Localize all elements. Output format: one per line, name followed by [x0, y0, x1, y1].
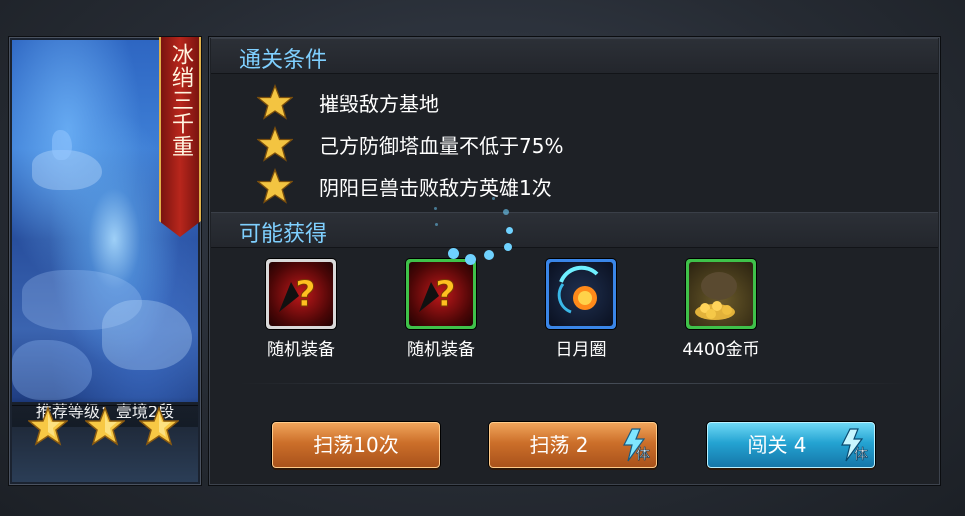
random-equipment-icon: ? — [409, 262, 473, 326]
stamina-icon: 体 — [841, 428, 868, 463]
reward-item[interactable]: ? 随机装备 — [251, 259, 351, 360]
reward-label: 4400金币 — [682, 340, 760, 360]
star-icon — [257, 168, 293, 204]
reward-frame — [546, 259, 616, 329]
challenge-button[interactable]: 闯关 4 体 — [707, 422, 875, 468]
sun-moon-ring-icon — [549, 262, 613, 326]
stage-name-banner: 冰绡三千重 — [159, 37, 201, 237]
conditions-title: 通关条件 — [239, 48, 328, 73]
gold-coin-pile-icon — [689, 262, 753, 326]
star-icon — [257, 126, 293, 162]
sweep-10-button[interactable]: 扫荡10次 — [272, 422, 440, 468]
stage-name: 冰绡三千重 — [168, 43, 193, 158]
reward-label: 日月圈 — [555, 340, 607, 360]
challenge-label: 闯关 4 — [747, 433, 807, 457]
stage-detail-panel: 通关条件 摧毁敌方基地 己方防御塔血量不低于75% 阴阳巨兽击败敌方英雄1次 可… — [208, 36, 941, 486]
condition-text: 阴阳巨兽击败敌方英雄1次 — [319, 176, 552, 200]
reward-item[interactable]: ? 随机装备 — [391, 259, 491, 360]
reward-frame — [686, 259, 756, 329]
reward-frame: ? — [266, 259, 336, 329]
reward-frame: ? — [406, 259, 476, 329]
star-icon — [139, 406, 179, 446]
divider — [239, 383, 909, 384]
conditions-header: 通关条件 — [211, 38, 938, 74]
rewards-header: 可能获得 — [211, 212, 938, 248]
reward-label: 随机装备 — [267, 340, 335, 360]
condition-text: 己方防御塔血量不低于75% — [319, 134, 564, 158]
reward-item[interactable]: 4400金币 — [671, 259, 771, 360]
rewards-title: 可能获得 — [239, 222, 328, 247]
sweep-label: 扫荡 2 — [529, 433, 589, 457]
svg-text:?: ? — [295, 274, 316, 315]
svg-text:?: ? — [435, 274, 456, 315]
stamina-icon: 体 — [623, 428, 650, 463]
stamina-label: 体 — [636, 447, 650, 463]
star-icon — [257, 84, 293, 120]
reward-label: 随机装备 — [407, 340, 475, 360]
random-equipment-icon: ? — [269, 262, 333, 326]
star-icon — [85, 406, 125, 446]
stamina-label: 体 — [854, 447, 868, 463]
sweep-button[interactable]: 扫荡 2 体 — [489, 422, 657, 468]
sweep-10-label: 扫荡10次 — [313, 433, 399, 457]
condition-text: 摧毁敌方基地 — [319, 92, 439, 116]
star-icon — [28, 406, 68, 446]
reward-item[interactable]: 日月圈 — [531, 259, 631, 360]
